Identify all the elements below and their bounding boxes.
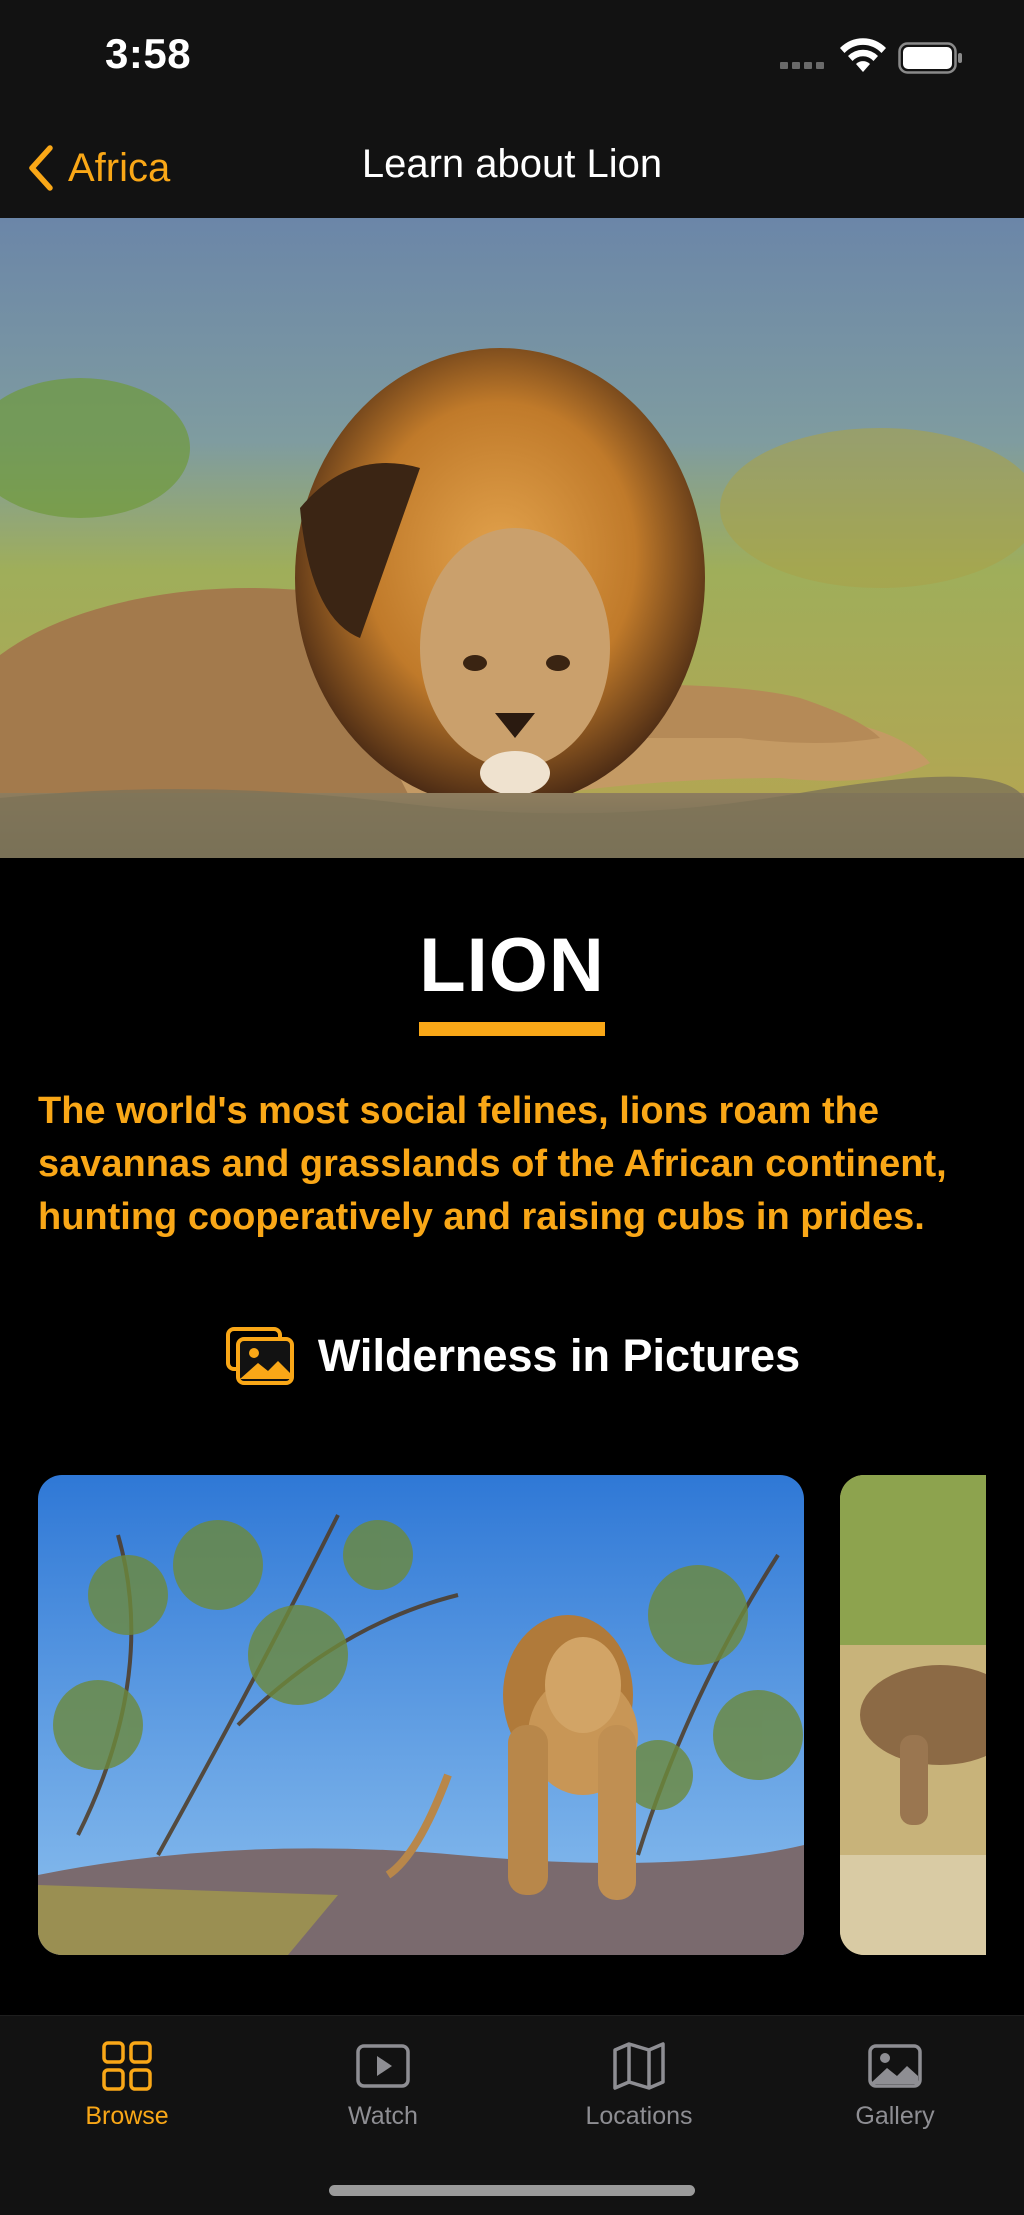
battery-icon (898, 42, 962, 74)
home-indicator (329, 2185, 695, 2196)
tab-gallery[interactable]: Gallery (795, 2038, 995, 2131)
animal-title-wrap: LION (0, 928, 1024, 1036)
gallery-photo-1[interactable] (38, 1475, 804, 1955)
lion-on-rock-illustration (38, 1475, 804, 1955)
tab-label: Browse (85, 2102, 169, 2130)
tab-label: Locations (585, 2102, 693, 2130)
gallery-photo-2[interactable] (840, 1475, 986, 1955)
tab-label: Watch (348, 2102, 418, 2130)
cellular-signal-icon (780, 62, 824, 69)
tab-watch[interactable]: Watch (283, 2038, 483, 2131)
status-bar: 3:58 (0, 0, 1024, 118)
tab-label: Gallery (855, 2102, 935, 2130)
photo-gallery[interactable] (0, 1475, 1024, 1955)
tab-browse[interactable]: Browse (27, 2038, 227, 2131)
section-title: Wilderness in Pictures (317, 1330, 801, 1381)
wifi-icon (840, 38, 886, 72)
photo-icon (868, 2044, 922, 2088)
grid-icon (102, 2041, 152, 2091)
animal-title: LION (419, 928, 605, 1036)
lion-hero-illustration (0, 218, 1024, 858)
lion-cub-illustration (840, 1475, 986, 1955)
play-rectangle-icon (356, 2044, 410, 2088)
photo-stack-icon (225, 1327, 294, 1385)
tab-locations[interactable]: Locations (539, 2038, 739, 2131)
status-time: 3:58 (105, 30, 192, 77)
nav-title: Learn about Lion (361, 142, 663, 186)
hero-image (0, 218, 1024, 858)
map-icon (613, 2042, 665, 2090)
section-header: Wilderness in Pictures (0, 1325, 1024, 1387)
navigation-bar: Africa Learn about Lion (0, 118, 1024, 218)
animal-description: The world's most social felines, lions r… (38, 1090, 947, 1238)
